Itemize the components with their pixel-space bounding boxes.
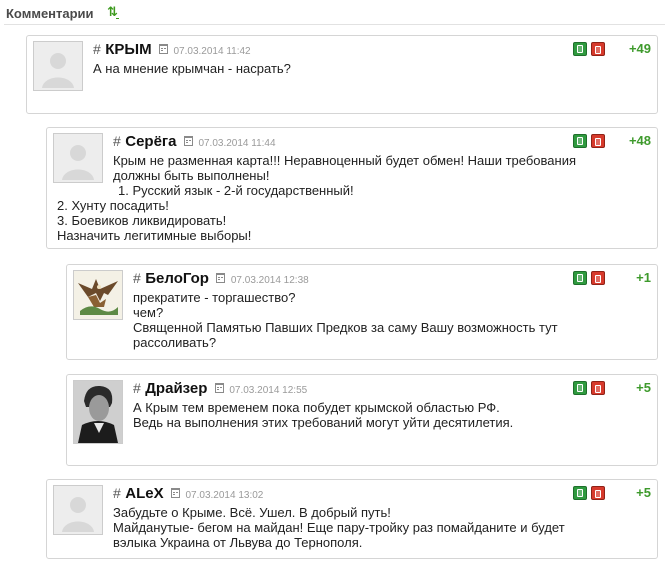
avatar[interactable]	[53, 485, 103, 535]
comment-score: +1	[636, 270, 651, 285]
avatar[interactable]	[53, 133, 103, 183]
comment-score: +48	[628, 133, 651, 148]
vote-up-button[interactable]	[573, 134, 587, 148]
refresh-icon[interactable]: ⇅	[107, 5, 119, 19]
comment-meta: # БелоГор 07.03.2014 12:38	[133, 270, 309, 289]
comment-text-line: прекратите - торгашество?	[133, 290, 296, 305]
comment-author[interactable]: Драйзер	[145, 380, 207, 397]
comment-text: Забудьте о Крыме. Всё. Ушел. В добрый пу…	[113, 505, 565, 550]
comment: # Серёга 07.03.2014 11:44 Крым не размен…	[46, 127, 658, 249]
avatar[interactable]	[33, 41, 83, 91]
comment-text-line: Забудьте о Крыме. Всё. Ушел. В добрый пу…	[113, 505, 391, 520]
comment-text: А Крым тем временем пока побудет крымско…	[133, 400, 513, 430]
comment-text: Крым не разменная карта!!! Неравноценный…	[113, 153, 576, 198]
comment-date: 07.03.2014 11:42	[173, 46, 251, 57]
comment-text-line: вэлыка Украина от Львува до Тернополя.	[113, 535, 363, 550]
comment-meta: # Драйзер 07.03.2014 12:55	[133, 380, 307, 399]
comment: # ALeX 07.03.2014 13:02 Забудьте о Крыме…	[46, 479, 658, 559]
portrait-icon	[74, 381, 122, 443]
comment-text: А на мнение крымчан - насрать?	[93, 61, 291, 76]
comment-date: 07.03.2014 11:44	[198, 138, 276, 149]
vote-down-button[interactable]	[591, 42, 605, 56]
calendar-icon	[214, 383, 224, 393]
comment-text-line: 3. Боевиков ликвидировать!	[57, 213, 227, 228]
comments-title: Комментарии	[6, 6, 94, 21]
comment: # Драйзер 07.03.2014 12:55 А Крым тем вр…	[66, 374, 658, 466]
comment-text-line: Священной Памятью Павших Предков за саму…	[133, 320, 558, 335]
calendar-icon	[216, 273, 226, 283]
vote-down-button[interactable]	[591, 134, 605, 148]
eagle-icon	[74, 271, 122, 319]
comment-meta: # КРЫМ 07.03.2014 11:42	[93, 41, 251, 60]
comment: # КРЫМ 07.03.2014 11:42 А на мнение крым…	[26, 35, 658, 114]
comment-score: +49	[628, 41, 651, 56]
avatar[interactable]	[73, 270, 123, 320]
vote-up-button[interactable]	[573, 42, 587, 56]
comments-header: Комментарии ⇅	[4, 4, 665, 25]
comment-permalink[interactable]: #	[133, 380, 141, 396]
avatar[interactable]	[73, 380, 123, 444]
comment-score: +5	[636, 380, 651, 395]
comment-date: 07.03.2014 12:38	[230, 275, 309, 286]
comment-author[interactable]: КРЫМ	[105, 41, 151, 58]
vote-up-button[interactable]	[573, 486, 587, 500]
comment-author[interactable]: ALeX	[125, 485, 163, 502]
comment-permalink[interactable]: #	[93, 41, 101, 57]
comment-text-line-content: 1. Русский язык - 2-й государственный!	[118, 183, 354, 198]
comment-text-line: чем?	[133, 305, 164, 320]
comment-text-line: А Крым тем временем пока побудет крымско…	[133, 400, 500, 415]
comment-permalink[interactable]: #	[113, 133, 121, 149]
comment-score: +5	[636, 485, 651, 500]
comment-meta: # ALeX 07.03.2014 13:02	[113, 485, 263, 504]
comment-text-line: Крым не разменная карта!!! Неравноценный…	[113, 153, 577, 168]
calendar-icon	[159, 44, 169, 54]
calendar-icon	[171, 488, 181, 498]
comment: # БелоГор 07.03.2014 12:38 прекратите - …	[66, 264, 658, 360]
comment-text-line: Назначить легитимные выборы!	[57, 228, 252, 243]
comment-text: прекратите - торгашество? чем? Священной…	[133, 290, 558, 350]
comment-author[interactable]: БелоГор	[145, 270, 209, 287]
comments-page: Комментарии ⇅ # КРЫМ 07.03.2014 11:42 А …	[0, 0, 665, 564]
comment-author[interactable]: Серёга	[125, 133, 176, 150]
comment-meta: # Серёга 07.03.2014 11:44	[113, 133, 276, 152]
vote-up-button[interactable]	[573, 381, 587, 395]
comment-text-continued: 2. Хунту посадить! 3. Боевиков ликвидиро…	[57, 198, 251, 243]
calendar-icon	[183, 136, 193, 146]
comment-text-line: Ведь на выполнения этих требований могут…	[133, 415, 514, 430]
comment-text-line: должны быть выполнены!	[113, 168, 270, 183]
comment-text-line: 2. Хунту посадить!	[57, 198, 169, 213]
vote-up-button[interactable]	[573, 271, 587, 285]
comment-permalink[interactable]: #	[113, 485, 121, 501]
comment-date: 07.03.2014 12:55	[229, 385, 308, 396]
comment-text-line: рассоливать?	[133, 335, 217, 350]
vote-down-button[interactable]	[591, 381, 605, 395]
comment-text-line: А на мнение крымчан - насрать?	[93, 61, 291, 76]
comment-date: 07.03.2014 13:02	[185, 490, 264, 501]
comment-text-line: 1. Русский язык - 2-й государственный!	[113, 183, 576, 198]
vote-down-button[interactable]	[591, 271, 605, 285]
comment-text-line: Майданутые- бегом на майдан! Еще пару-тр…	[113, 520, 565, 535]
comment-permalink[interactable]: #	[133, 270, 141, 286]
vote-down-button[interactable]	[591, 486, 605, 500]
